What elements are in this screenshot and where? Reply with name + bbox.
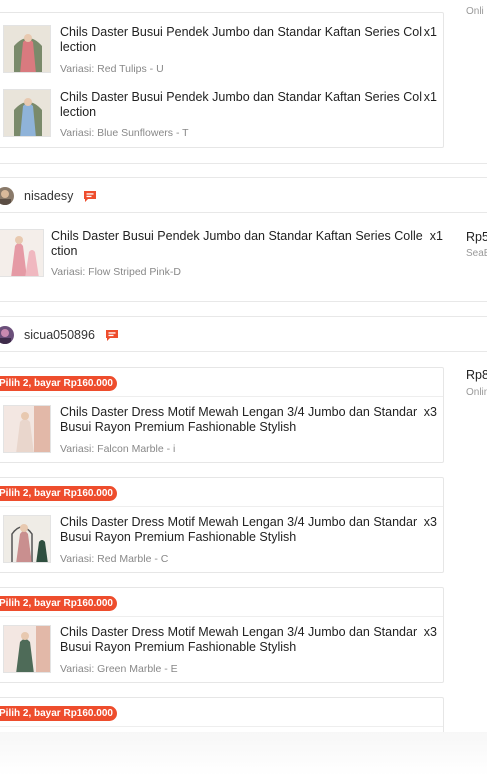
bundle-item-card: Pilih 2, bayar Rp160.000 Chils Daster Dr… <box>0 477 444 573</box>
bundle-item-card: Pilih 2, bayar Rp160.000 Chils Daster Dr… <box>0 587 444 683</box>
chat-bubble-icon[interactable] <box>105 329 119 342</box>
product-variant: Variasi: Red Marble - C <box>60 553 169 565</box>
product-quantity: x3 <box>423 625 437 639</box>
product-thumbnail[interactable] <box>3 405 51 453</box>
card-divider <box>0 616 443 617</box>
order-total-price: Rp5 <box>466 230 487 244</box>
promo-badge: Pilih 2, bayar Rp160.000 <box>0 486 117 501</box>
product-variant: Variasi: Falcon Marble - i <box>60 443 176 455</box>
shipping-method: SeaB <box>466 248 487 259</box>
promo-badge: Pilih 2, bayar Rp160.000 <box>0 596 117 611</box>
order-total-price: Rp8 <box>466 368 487 382</box>
user-avatar[interactable] <box>0 326 14 344</box>
product-thumbnail[interactable] <box>3 25 51 73</box>
shop-username[interactable]: nisadesy <box>24 189 73 203</box>
product-name[interactable]: Chils Daster Dress Motif Mewah Lengan 3/… <box>60 625 422 655</box>
product-name[interactable]: Chils Daster Busui Pendek Jumbo dan Stan… <box>60 25 422 55</box>
product-thumbnail[interactable] <box>0 229 44 277</box>
product-variant: Variasi: Flow Striped Pink-D <box>51 266 181 278</box>
product-variant: Variasi: Red Tulips - U <box>60 63 164 75</box>
product-thumbnail[interactable] <box>3 625 51 673</box>
product-quantity: x1 <box>423 25 437 39</box>
shop-header: nisadesy <box>0 177 487 213</box>
shipping-method: Onlin <box>466 387 487 398</box>
cut-shipping-text: Onli <box>466 6 484 17</box>
product-quantity: x1 <box>423 90 437 104</box>
card-divider <box>0 726 443 727</box>
product-variant: Variasi: Green Marble - E <box>60 663 178 675</box>
product-group-card: Chils Daster Busui Pendek Jumbo dan Stan… <box>0 12 444 148</box>
promo-badge: Pilih 2, bayar Rp160.000 <box>0 706 117 721</box>
section-divider <box>0 301 487 302</box>
user-avatar[interactable] <box>0 187 14 205</box>
product-quantity: x3 <box>423 405 437 419</box>
product-thumbnail[interactable] <box>3 515 51 563</box>
product-name[interactable]: Chils Daster Busui Pendek Jumbo dan Stan… <box>51 229 426 259</box>
product-thumbnail[interactable] <box>3 89 51 137</box>
product-quantity: x1 <box>429 229 443 243</box>
product-quantity: x3 <box>423 515 437 529</box>
shop-username[interactable]: sicua050896 <box>24 328 95 342</box>
chat-bubble-icon[interactable] <box>83 190 97 203</box>
product-name[interactable]: Chils Daster Dress Motif Mewah Lengan 3/… <box>60 405 422 435</box>
card-divider <box>0 506 443 507</box>
product-name[interactable]: Chils Daster Busui Pendek Jumbo dan Stan… <box>60 90 422 120</box>
bundle-item-card: Pilih 2, bayar Rp160.000 Chils Daster Dr… <box>0 367 444 463</box>
page-bottom-fade <box>0 732 487 776</box>
promo-badge: Pilih 2, bayar Rp160.000 <box>0 376 117 391</box>
shop-header: sicua050896 <box>0 316 487 352</box>
section-divider <box>0 163 487 164</box>
card-divider <box>0 396 443 397</box>
product-variant: Variasi: Blue Sunflowers - T <box>60 127 189 139</box>
product-name[interactable]: Chils Daster Dress Motif Mewah Lengan 3/… <box>60 515 422 545</box>
